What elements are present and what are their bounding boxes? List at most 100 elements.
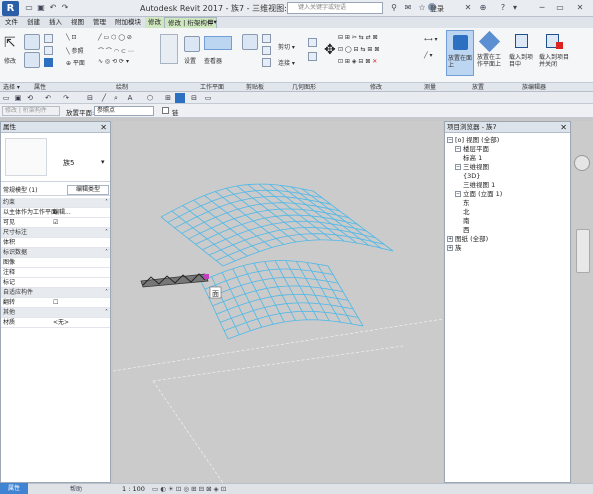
arc-shapes-icon[interactable]: ⌒ ⌒ ◠ ⊂ ⋯ (98, 46, 134, 55)
viewer-button[interactable]: 查看器 (204, 56, 222, 65)
property-row[interactable]: 标记 (1, 278, 110, 288)
property-row[interactable]: 材质 <无> (1, 318, 110, 328)
search-input[interactable]: 键入关键字或短语 (287, 2, 383, 14)
scale-label[interactable]: 1 : 100 (122, 485, 145, 493)
close-icon[interactable]: ✕ (575, 3, 585, 13)
tree-item[interactable]: − 楼层平面 (447, 145, 569, 154)
align-icon[interactable]: ⊟ ⊞ ✂ ⇆ ⇄ ⊠ (338, 34, 378, 41)
tree-item[interactable]: 西 (447, 226, 569, 235)
expand-icon[interactable]: + (447, 236, 453, 242)
collapse-icon[interactable]: − (455, 164, 461, 170)
property-row[interactable]: 注释 (1, 268, 110, 278)
property-row[interactable]: 图像 (1, 258, 110, 268)
type-properties-icon[interactable] (24, 52, 40, 68)
group-select[interactable]: 选择 ▾ (3, 83, 20, 92)
tab-view[interactable]: 视图 (68, 17, 87, 28)
chevron-down-icon[interactable]: ▾ (510, 3, 520, 13)
tree-item[interactable]: − 三维视图 (447, 163, 569, 172)
collapse-icon[interactable]: ˄ (105, 308, 108, 318)
property-row[interactable]: 以主体作为工作平面 编辑... (1, 208, 110, 218)
help-tab[interactable]: 帮助 (70, 484, 82, 493)
property-category[interactable]: 约束 ˄ (1, 198, 110, 208)
paste-icon[interactable] (242, 34, 258, 50)
property-value[interactable]: 编辑... (53, 208, 71, 218)
instance-filter-select[interactable]: 常规模型 (1) (3, 186, 63, 195)
tree-item[interactable]: 南 (447, 217, 569, 226)
property-value[interactable]: ☑ (53, 218, 58, 228)
tree-item[interactable]: {3D} (447, 172, 569, 181)
cut-geometry-button[interactable]: 剪切 ▾ (278, 42, 295, 51)
drawing-viewport[interactable]: 面 (112, 121, 444, 484)
viewcube-icon[interactable] (574, 155, 590, 171)
property-category[interactable]: 尺寸标注 ˄ (1, 228, 110, 238)
type-selector[interactable]: 族5 ▾ (1, 134, 110, 182)
tree-item[interactable]: − 立面 (立面 1) (447, 190, 569, 199)
tab-file[interactable]: 文件 (2, 17, 21, 28)
login-link[interactable]: 登录 (430, 4, 444, 14)
property-row[interactable]: 体积 (1, 238, 110, 248)
undo-icon[interactable]: ↶ (48, 3, 58, 13)
family-types-icon[interactable] (44, 34, 53, 43)
binoculars-icon[interactable]: ⚲ (389, 3, 399, 13)
spline-shapes-icon[interactable]: ∿ ◎ ⟲ ⟳ ▾ (98, 58, 129, 65)
tab-insert[interactable]: 插入 (46, 17, 65, 28)
qa-undo-icon[interactable]: ↶ (44, 94, 52, 102)
minimize-icon[interactable]: ─ (537, 3, 547, 13)
placement-plane-select[interactable]: 参照点 (94, 106, 154, 116)
offset-icon[interactable]: ⊡ ◯ ⊟ ⇆ ⊞ ⊠ (338, 46, 379, 53)
view-control-icons[interactable]: ▭ ◐ ☀ ⊡ ◎ ⊞ ⊟ ⊠ ◈ ⊡ (152, 485, 226, 493)
collapse-icon[interactable]: − (455, 146, 461, 152)
close-x-icon[interactable]: ✕ (463, 3, 473, 13)
collapse-icon[interactable]: ˄ (105, 228, 108, 238)
qa-switch-windows-icon[interactable]: ▭ (204, 94, 212, 102)
load-into-project-button[interactable]: 载入到项目中 (508, 30, 536, 76)
3d-view-canvas[interactable]: 面 (112, 121, 444, 484)
ref-line-icon[interactable]: ╲ 参照 (66, 46, 84, 55)
geo-icon-1[interactable] (308, 38, 317, 47)
chain-checkbox[interactable] (162, 107, 169, 114)
qa-print-icon[interactable]: ⊟ (86, 94, 94, 102)
help-icon[interactable]: ? (498, 3, 508, 13)
star-icon[interactable]: ☆ (417, 3, 427, 13)
close-icon[interactable]: ✕ (560, 122, 567, 133)
qa-measure-icon[interactable]: ╱ (100, 94, 108, 102)
redo-icon[interactable]: ↷ (60, 3, 70, 13)
load-close-button[interactable]: 载入到项目并关闭 (538, 30, 569, 76)
place-on-face-button[interactable]: 放置在面上 (446, 30, 474, 76)
modify-button[interactable]: 修改 (4, 56, 16, 65)
collapse-icon[interactable]: ˄ (105, 248, 108, 258)
collapse-icon[interactable]: ˄ (105, 198, 108, 208)
property-category[interactable]: 标识数据 ˄ (1, 248, 110, 258)
property-row[interactable]: 可见 ☑ (1, 218, 110, 228)
qa-section-icon[interactable]: ⊞ (164, 94, 172, 102)
params-icon[interactable] (44, 58, 53, 67)
tree-item[interactable]: − [o] 视图 (全部) (447, 136, 569, 145)
geo-icon-2[interactable] (308, 52, 317, 61)
match-icon[interactable] (262, 58, 271, 67)
upper-adaptive-surface[interactable] (160, 183, 394, 267)
tab-create[interactable]: 创建 (24, 17, 43, 28)
set-workplane-icon[interactable] (184, 36, 200, 52)
qa-sync-icon[interactable]: ⟲ (26, 94, 34, 102)
tree-item[interactable]: 北 (447, 208, 569, 217)
tree-item[interactable]: 三维视图 1 (447, 181, 569, 190)
properties-icon[interactable] (24, 34, 40, 50)
tree-item[interactable]: 标高 1 (447, 154, 569, 163)
chevron-down-icon[interactable]: ▾ (101, 158, 105, 166)
tab-toggle[interactable]: ⊡▾ (205, 17, 220, 28)
qa-3d-icon[interactable]: ⬡ (146, 94, 154, 102)
property-category[interactable]: 其他 ˄ (1, 308, 110, 318)
property-value[interactable]: <无> (53, 318, 69, 328)
line-shapes-icon[interactable]: ╱ ▭ ⬡ ◯ ⊘ (98, 34, 132, 41)
join-geometry-button[interactable]: 连接 ▾ (278, 58, 295, 67)
lower-adaptive-surface[interactable] (200, 260, 364, 340)
measure-icon[interactable]: ⟷ ▾ (424, 36, 438, 43)
tree-item[interactable]: + 图纸 (全部) (447, 235, 569, 244)
truss-component[interactable] (140, 273, 209, 288)
property-row[interactable]: 翻转 ☐ (1, 298, 110, 308)
edit-type-button[interactable]: 编辑类型 (67, 185, 109, 195)
adaptive-point[interactable] (204, 274, 209, 279)
tree-item[interactable]: 东 (447, 199, 569, 208)
model-text-icon[interactable] (160, 34, 178, 64)
nav-bar[interactable] (576, 229, 590, 273)
